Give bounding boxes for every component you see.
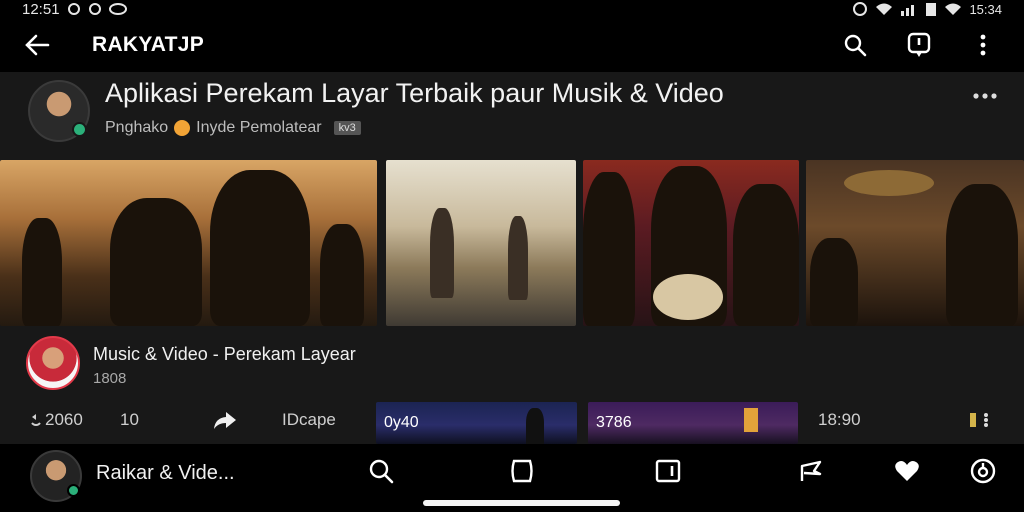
info-subtitle: 1808 — [93, 370, 127, 387]
battery-icon — [926, 3, 937, 16]
share-icon — [800, 460, 822, 481]
bottom-navigation: Raikar & Vide... — [0, 444, 1024, 512]
thumbnail-strip — [0, 160, 1024, 326]
wifi-icon — [945, 3, 962, 15]
search-button[interactable] — [834, 24, 876, 66]
more-button[interactable] — [962, 24, 1004, 66]
library-icon — [655, 459, 681, 483]
back-button[interactable] — [20, 28, 54, 62]
avatar[interactable] — [30, 450, 82, 502]
content-panel: Aplikasi Perekam Layar Terbaik paur Musi… — [0, 72, 1024, 444]
share-icon — [214, 412, 236, 429]
verified-badge-icon — [72, 122, 87, 137]
avatar[interactable] — [28, 80, 90, 142]
expand-button[interactable] — [968, 410, 994, 430]
views-stat[interactable]: 2060 — [30, 410, 83, 430]
wifi-icon — [876, 3, 893, 15]
share-button[interactable] — [212, 410, 241, 430]
nav-share[interactable] — [794, 454, 828, 488]
app-actions — [834, 24, 1004, 66]
status-time: 12:51 — [22, 0, 60, 18]
thumbnail-band-concert[interactable] — [583, 160, 799, 326]
action-label: IDcape — [282, 410, 336, 429]
signal-icon — [901, 5, 915, 16]
expand-icon — [970, 413, 988, 427]
status-clock: 15:34 — [969, 1, 1002, 17]
verified-badge-icon — [67, 484, 80, 497]
subtitle-rest: Inyde Pemolatear — [196, 119, 322, 136]
thumbnail-guitarists-silhouette[interactable] — [386, 160, 576, 326]
ring-icon — [88, 3, 101, 15]
heart-icon — [895, 461, 919, 481]
status-bar: 12:51 15:34 — [0, 0, 1024, 18]
post-subtitle: Pnghako Inyde Pemolatear kv3 — [105, 119, 361, 137]
page-title: Aplikasi Perekam Layar Terbaik paur Musi… — [105, 78, 724, 108]
thumbnail-stage-performance[interactable] — [0, 160, 377, 326]
time-stat: 18:90 — [818, 410, 861, 430]
nav-home[interactable] — [505, 454, 539, 488]
alarm-icon — [853, 2, 868, 16]
count-value: 10 — [120, 410, 139, 429]
notification-button[interactable] — [898, 24, 940, 66]
more-horiz-icon[interactable] — [972, 86, 998, 106]
nav-profile[interactable] — [966, 454, 1000, 488]
info-row[interactable]: Music & Video - Perekam Layear 1808 — [0, 334, 1024, 394]
search-icon — [844, 34, 867, 57]
emoji-icon — [174, 120, 191, 136]
app-bar: RAKYATJP — [0, 20, 1024, 70]
home-indicator[interactable] — [423, 500, 620, 506]
home-icon — [511, 459, 533, 483]
mini-label: 3786 — [596, 414, 632, 431]
eye-icon — [108, 3, 127, 15]
notification-icon — [907, 32, 931, 57]
app-title: RAKYATJP — [92, 33, 205, 56]
mini-label: 0y40 — [384, 414, 419, 431]
status-right: 15:34 — [852, 1, 1002, 17]
now-playing-title[interactable]: Raikar & Vide... — [96, 462, 235, 485]
stats-row: 2060 10 IDcape 0y40 3786 18:90 — [0, 402, 1024, 444]
profile-icon — [970, 458, 996, 484]
alarm-icon — [67, 3, 80, 15]
mini-thumbnail[interactable]: 0y40 — [376, 402, 577, 444]
more-vert-icon — [980, 34, 986, 56]
status-badge: kv3 — [333, 121, 361, 135]
count-stat[interactable]: 10 — [120, 410, 139, 430]
nav-favorites[interactable] — [890, 454, 924, 488]
back-arrow-icon — [25, 34, 50, 56]
avatar[interactable] — [26, 336, 80, 390]
info-title: Music & Video - Perekam Layear — [93, 344, 356, 364]
action-stat[interactable]: IDcape — [282, 410, 336, 430]
mini-thumbnail[interactable]: 3786 — [588, 402, 798, 444]
nav-library[interactable] — [651, 454, 685, 488]
post-header: Aplikasi Perekam Layar Terbaik paur Musi… — [0, 72, 1024, 156]
refresh-icon — [31, 414, 41, 426]
thumbnail-drummer-lounge[interactable] — [806, 160, 1024, 326]
subtitle-text: Pnghako — [105, 119, 169, 136]
status-left: 12:51 — [22, 1, 127, 18]
time-label: 18:90 — [818, 410, 861, 429]
views-count: 2060 — [45, 410, 83, 429]
search-icon — [369, 459, 394, 484]
nav-search[interactable] — [364, 454, 398, 488]
